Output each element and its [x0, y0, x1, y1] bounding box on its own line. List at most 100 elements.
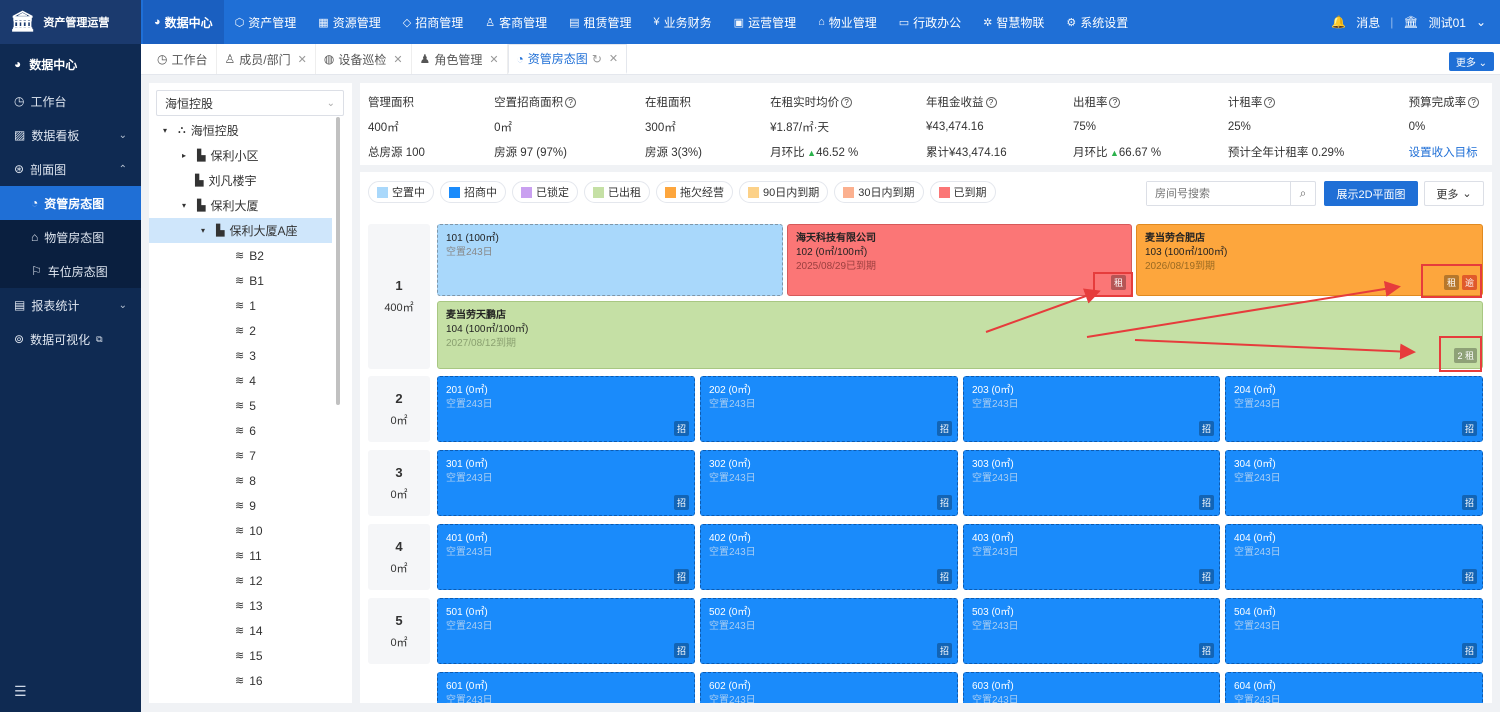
tree-node[interactable]: ≋ 16: [149, 668, 352, 693]
nav-item-11[interactable]: ⚙ 系统设置: [1055, 0, 1139, 44]
nav-item-9[interactable]: ▭ 行政办公: [888, 0, 972, 44]
investment-badge[interactable]: 招: [1198, 569, 1214, 584]
room-card[interactable]: 404 (0㎡) 空置243日招: [1225, 524, 1483, 590]
legend-item[interactable]: 已出租: [584, 181, 650, 203]
tree-node[interactable]: ≋ 6: [149, 418, 352, 443]
help-icon[interactable]: ?: [1468, 96, 1480, 108]
tab-workbench[interactable]: ◷ 工作台: [149, 44, 217, 74]
investment-badge[interactable]: 招: [673, 421, 689, 436]
more-button[interactable]: 更多 ⌄: [1424, 181, 1484, 206]
legend-item[interactable]: 30日内到期: [834, 181, 924, 203]
nav-item-8[interactable]: ⌂ 物业管理: [807, 0, 888, 44]
sidebar-item-visualization[interactable]: ⊚ 数据可视化 ⧉: [0, 322, 141, 356]
tab-roles[interactable]: ♟ 角色管理 ✕: [412, 44, 508, 74]
tree-node[interactable]: ≋ 10: [149, 518, 352, 543]
nav-item-5[interactable]: ▤ 租赁管理: [558, 0, 642, 44]
brand[interactable]: 🏛 资产管理运营: [0, 0, 141, 44]
room-card[interactable]: 202 (0㎡) 空置243日招: [700, 376, 958, 442]
investment-badge[interactable]: 招: [673, 569, 689, 584]
tree-node[interactable]: ▾ ⛬ 海恒控股: [149, 118, 352, 143]
investment-badge[interactable]: 招: [1461, 569, 1477, 584]
legend-item[interactable]: 招商中: [440, 181, 506, 203]
help-icon[interactable]: ?: [841, 96, 853, 108]
help-icon[interactable]: ?: [565, 96, 577, 108]
overdue-badge[interactable]: 逾: [1461, 275, 1477, 290]
sidebar-subitem-asset-status[interactable]: ◔ 资管房态图: [0, 186, 141, 220]
sidebar-item-reports[interactable]: ▤ 报表统计 ⌄: [0, 288, 141, 322]
room-card[interactable]: 401 (0㎡) 空置243日招: [437, 524, 695, 590]
help-icon[interactable]: ?: [1109, 96, 1121, 108]
room-card[interactable]: 203 (0㎡) 空置243日招: [963, 376, 1220, 442]
room-card[interactable]: 503 (0㎡) 空置243日招: [963, 598, 1220, 664]
tab-members[interactable]: ♙ 成员/部门 ✕: [217, 44, 316, 74]
expand-arrow-icon[interactable]: ▸: [182, 151, 192, 160]
help-icon[interactable]: ?: [1264, 96, 1276, 108]
room-card[interactable]: 603 (0㎡)空置243日招: [963, 672, 1220, 703]
close-icon[interactable]: ✕: [298, 53, 307, 66]
room-card[interactable]: 504 (0㎡) 空置243日招: [1225, 598, 1483, 664]
investment-badge[interactable]: 招: [1461, 643, 1477, 658]
investment-badge[interactable]: 招: [1461, 421, 1477, 436]
room-card[interactable]: 601 (0㎡)空置243日招: [437, 672, 695, 703]
tree-scrollbar[interactable]: [336, 117, 340, 405]
sidebar-item-workbench[interactable]: ◷ 工作台: [0, 84, 141, 118]
room-card[interactable]: 302 (0㎡) 空置243日招: [700, 450, 958, 516]
tree-node[interactable]: ▾ ▙ 保利大厦: [149, 193, 352, 218]
room-103[interactable]: 麦当劳合肥店 103 (100㎡/100㎡) 2026/08/19到期租逾: [1136, 224, 1483, 296]
tree-node[interactable]: ≋ 12: [149, 568, 352, 593]
room-card[interactable]: 501 (0㎡) 空置243日招: [437, 598, 695, 664]
tree-node[interactable]: ≋ B1: [149, 268, 352, 293]
search-icon[interactable]: ⌕: [1290, 182, 1315, 205]
room-search[interactable]: ⌕: [1146, 181, 1316, 206]
bell-icon[interactable]: 🔔: [1331, 15, 1346, 29]
room-card[interactable]: 201 (0㎡) 空置243日招: [437, 376, 695, 442]
expand-arrow-icon[interactable]: ▾: [182, 201, 192, 210]
room-card[interactable]: 303 (0㎡) 空置243日招: [963, 450, 1220, 516]
room-card[interactable]: 402 (0㎡) 空置243日招: [700, 524, 958, 590]
tree-node[interactable]: ≋ 13: [149, 593, 352, 618]
tree-node[interactable]: ≋ 5: [149, 393, 352, 418]
investment-badge[interactable]: 招: [1198, 643, 1214, 658]
rent-badge[interactable]: 租: [1443, 275, 1459, 290]
tree-node[interactable]: ≋ 15: [149, 643, 352, 668]
tree-node[interactable]: ▸ ▙ 保利小区: [149, 143, 352, 168]
investment-badge[interactable]: 招: [673, 643, 689, 658]
sidebar-item-dashboard[interactable]: ▨ 数据看板 ⌄: [0, 118, 141, 152]
nav-item-3[interactable]: ◇ 招商管理: [392, 0, 474, 44]
room-card[interactable]: 602 (0㎡)空置243日招: [700, 672, 958, 703]
tree-node[interactable]: ≋ 4: [149, 368, 352, 393]
tree-node[interactable]: ≋ 11: [149, 543, 352, 568]
tree-node[interactable]: ≋ 1: [149, 293, 352, 318]
tree-node[interactable]: ≋ 9: [149, 493, 352, 518]
sidebar-head[interactable]: ◕ 数据中心: [0, 44, 141, 84]
tree-node[interactable]: ≋ 3: [149, 343, 352, 368]
room-card[interactable]: 502 (0㎡) 空置243日招: [700, 598, 958, 664]
tree-node[interactable]: ≋ 14: [149, 618, 352, 643]
nav-item-0[interactable]: ◕ 数据中心: [143, 0, 224, 44]
investment-badge[interactable]: 招: [673, 495, 689, 510]
tree-node[interactable]: ≋ B2: [149, 243, 352, 268]
rent-count-badge[interactable]: 2 租: [1454, 348, 1477, 363]
tree-node[interactable]: ≋ 8: [149, 468, 352, 493]
nav-item-7[interactable]: ▣ 运营管理: [723, 0, 807, 44]
legend-item[interactable]: 已锁定: [512, 181, 578, 203]
show-2d-button[interactable]: 展示2D平面图: [1324, 181, 1418, 206]
close-icon[interactable]: ✕: [393, 53, 402, 66]
tree-node[interactable]: ▾ ▙ 保利大厦A座: [149, 218, 332, 243]
close-icon[interactable]: ✕: [489, 53, 498, 66]
tree-node[interactable]: ≋ 2: [149, 318, 352, 343]
tree-node[interactable]: ≋ 7: [149, 443, 352, 468]
close-icon[interactable]: ✕: [609, 52, 618, 65]
legend-item[interactable]: 拖欠经营: [656, 181, 733, 203]
refresh-icon[interactable]: ↻: [592, 52, 602, 66]
legend-item[interactable]: 空置中: [368, 181, 434, 203]
room-card[interactable]: 304 (0㎡) 空置243日招: [1225, 450, 1483, 516]
user-menu[interactable]: 测试01: [1429, 14, 1466, 31]
org-selector[interactable]: 海恒控股 ⌄: [156, 90, 344, 116]
collapse-menu-icon[interactable]: ☰: [14, 683, 27, 700]
room-card[interactable]: 301 (0㎡) 空置243日招: [437, 450, 695, 516]
investment-badge[interactable]: 招: [936, 495, 952, 510]
investment-badge[interactable]: 招: [1198, 421, 1214, 436]
rent-badge[interactable]: 租: [1110, 275, 1126, 290]
room-search-input[interactable]: [1147, 182, 1290, 205]
